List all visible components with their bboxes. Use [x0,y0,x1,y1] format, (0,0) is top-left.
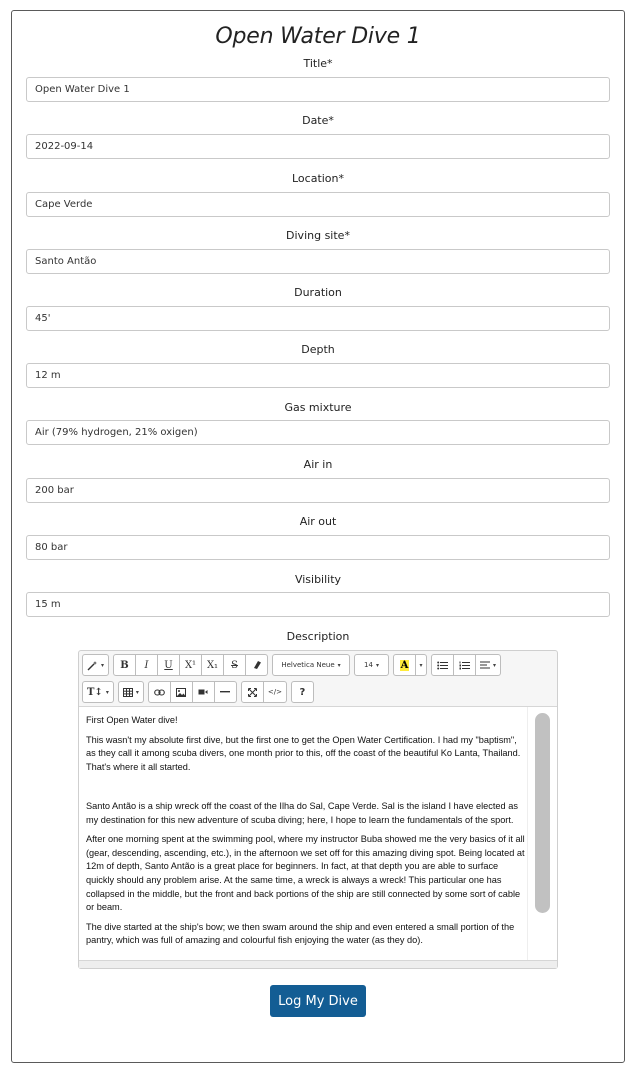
gas-mixture-label: Gas mixture [284,401,352,414]
location-label: Location* [291,172,345,185]
expand-icon [247,687,257,697]
subscript-button[interactable]: X₁ [201,654,225,676]
video-button[interactable] [191,681,215,703]
strikethrough-button[interactable]: S [223,654,247,676]
gas-mixture-input[interactable] [26,420,610,445]
location-input[interactable] [26,192,610,217]
depth-label: Depth [301,343,335,356]
fullscreen-button[interactable] [240,681,264,703]
page-title: Open Water Dive 1 [215,24,421,49]
chevron-down-icon: ▾ [101,661,105,669]
title-label: Title* [303,57,333,70]
rich-text-editor: ▾ B I U X¹ X₁ S Helvetica Neue ▾ 14 ▾ A … [78,650,558,969]
air-in-label: Air in [303,458,333,471]
editor-toolbar: ▾ B I U X¹ X₁ S Helvetica Neue ▾ 14 ▾ A … [82,654,554,704]
paragraph-align-button[interactable]: ▾ [475,654,502,676]
text-height-icon: T↕ [87,686,103,698]
chevron-down-icon: ▾ [493,661,497,669]
visibility-label: Visibility [294,573,342,586]
diving-site-input[interactable] [26,249,610,274]
italic-button[interactable]: I [135,654,159,676]
date-label: Date* [302,114,334,127]
bold-button[interactable]: B [113,654,137,676]
description-paragraph: This wasn't my absolute first dive, but … [86,734,521,772]
chevron-down-icon: ▾ [135,688,139,696]
editor-content-area[interactable]: First Open Water dive! This wasn't my ab… [79,706,557,960]
style-magic-wand-button[interactable]: ▾ [82,654,110,676]
video-icon [198,689,208,695]
unordered-list-button[interactable] [431,654,455,676]
chevron-down-icon: ▾ [105,688,109,696]
date-input[interactable] [26,134,610,159]
font-size-value: 14 [364,661,373,669]
air-out-label: Air out [299,515,337,528]
dive-log-form: Open Water Dive 1 Title* Date* Location*… [11,10,625,1063]
font-name-value: Helvetica Neue [281,661,335,669]
toolbar-row-2: T↕ ▾ ▾ </> ? [82,681,318,703]
line-height-button[interactable]: T↕ ▾ [82,681,114,703]
text-color-button[interactable]: A [393,654,417,676]
toolbar-row-1: ▾ B I U X¹ X₁ S Helvetica Neue ▾ 14 ▾ A … [82,654,505,676]
chevron-down-icon: ▾ [419,661,423,669]
visibility-input[interactable] [26,592,610,617]
description-paragraph: The dive started at the ship's bow; we t… [86,921,515,946]
chevron-down-icon: ▾ [337,661,341,669]
help-button[interactable]: ? [290,681,314,703]
superscript-button[interactable]: X¹ [179,654,203,676]
table-icon [122,687,133,697]
minus-icon [220,691,231,693]
link-icon [154,688,165,696]
magic-wand-icon [87,660,97,670]
description-paragraph-empty [86,780,526,794]
font-size-select[interactable]: 14 ▾ [354,654,390,676]
air-out-input[interactable] [26,535,610,560]
air-in-input[interactable] [26,478,610,503]
link-button[interactable] [147,681,171,703]
underline-button[interactable]: U [157,654,181,676]
chevron-down-icon: ▾ [375,661,379,669]
duration-input[interactable] [26,306,610,331]
description-label: Description [286,630,350,643]
horizontal-rule-button[interactable] [213,681,237,703]
code-view-button[interactable]: </> [262,681,287,703]
editor-text: First Open Water dive! This wasn't my ab… [86,714,526,954]
image-button[interactable] [169,681,193,703]
color-dropdown-button[interactable]: ▾ [415,654,428,676]
duration-label: Duration [294,286,342,299]
font-name-select[interactable]: Helvetica Neue ▾ [272,654,351,676]
editor-resize-bar[interactable] [79,960,557,968]
align-icon [480,661,491,669]
title-input[interactable] [26,77,610,102]
depth-input[interactable] [26,363,610,388]
eraser-icon [253,661,261,669]
clear-format-button[interactable] [245,654,269,676]
code-icon: </> [267,688,282,696]
description-paragraph: Santo Antão is a ship wreck off the coas… [86,800,518,825]
description-paragraph: After one morning spent at the swimming … [86,834,525,913]
log-my-dive-button[interactable]: Log My Dive [270,985,366,1017]
ordered-list-button[interactable] [453,654,477,676]
bullet-list-icon [437,661,449,669]
diving-site-label: Diving site* [286,229,350,242]
color-a-icon: A [399,659,410,671]
editor-scrollbar[interactable] [527,707,557,960]
table-button[interactable]: ▾ [117,681,144,703]
image-icon [176,687,187,697]
description-paragraph: First Open Water dive! [86,715,178,725]
numbered-list-icon [459,661,471,669]
editor-scrollbar-thumb[interactable] [535,713,550,913]
